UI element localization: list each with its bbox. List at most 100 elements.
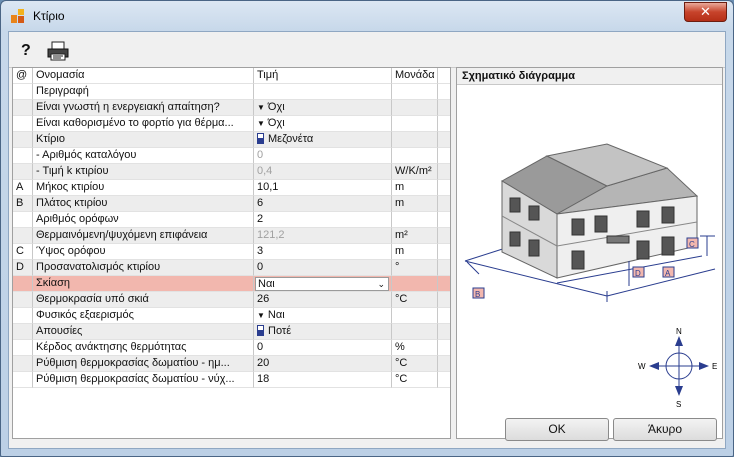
table-row[interactable]: A Μήκος κτιρίου 10,1 m <box>13 180 450 196</box>
row-name: Σκίαση <box>33 276 254 292</box>
row-name: Κέρδος ανάκτησης θερμότητας <box>33 340 254 356</box>
table-row[interactable]: Θερμοκρασία υπό σκιά 26 °C <box>13 292 450 308</box>
table-row[interactable]: Είναι γνωστή η ενεργειακή απαίτηση? ▼ Όχι <box>13 100 450 116</box>
table-row[interactable]: Θερμαινόμενη/ψυχόμενη επιφάνεια 121,2 m² <box>13 228 450 244</box>
row-spacer <box>438 228 450 244</box>
close-button[interactable]: ✕ <box>684 2 727 22</box>
row-unit: m <box>392 244 438 260</box>
print-icon[interactable] <box>47 41 69 61</box>
row-name: Προσανατολισμός κτιρίου <box>33 260 254 276</box>
building-diagram: C D A B N S W E <box>464 143 717 409</box>
row-value[interactable]: 121,2 <box>254 228 392 244</box>
label-d: D <box>632 266 645 278</box>
table-row[interactable]: Ρύθμιση θερμοκρασίας δωματίου - νύχ... 18… <box>13 372 450 388</box>
table-row[interactable]: D Προσανατολισμός κτιρίου 0 ° <box>13 260 450 276</box>
row-spacer <box>438 308 450 324</box>
row-value-text: 10,1 <box>257 181 279 193</box>
row-mark <box>13 324 33 340</box>
row-value[interactable]: 2 <box>254 212 392 228</box>
svg-text:E: E <box>712 362 717 371</box>
table-row[interactable]: Αριθμός ορόφων 2 <box>13 212 450 228</box>
table-row[interactable]: Απουσίες Ποτέ <box>13 324 450 340</box>
dropdown-arrow-icon[interactable]: ▼ <box>257 311 265 320</box>
header-mark[interactable]: @ <box>13 68 33 84</box>
help-button[interactable]: ? <box>21 41 43 61</box>
row-unit: m <box>392 196 438 212</box>
header-name[interactable]: Ονομασία <box>33 68 254 84</box>
table-row[interactable]: Φυσικός εξαερισμός ▼ Ναι <box>13 308 450 324</box>
row-value-text: 2 <box>257 213 264 225</box>
table-row[interactable]: Σκίαση Ναι ⌄ <box>13 276 450 292</box>
row-name: Αριθμός ορόφων <box>33 212 254 228</box>
row-value[interactable]: ▼ Όχι <box>254 116 392 132</box>
table-row[interactable]: - Τιμή k κτιρίου 0,4 W/K/m² <box>13 164 450 180</box>
row-value[interactable]: 0 <box>254 340 392 356</box>
ok-button[interactable]: OK <box>505 418 609 441</box>
table-row[interactable]: C Ύψος ορόφου 3 m <box>13 244 450 260</box>
row-spacer <box>438 180 450 196</box>
table-row[interactable]: Είναι καθορισμένο το φορτίο για θέρμα...… <box>13 116 450 132</box>
row-value[interactable]: 10,1 <box>254 180 392 196</box>
row-mark <box>13 276 33 292</box>
row-value-text: 20 <box>257 357 270 369</box>
row-mark <box>13 308 33 324</box>
row-mark <box>13 164 33 180</box>
row-unit: °C <box>392 356 438 372</box>
table-row[interactable]: B Πλάτος κτιρίου 6 m <box>13 196 450 212</box>
dropdown-arrow-icon[interactable]: ▼ <box>257 119 265 128</box>
cancel-button[interactable]: Άκυρο <box>613 418 717 441</box>
row-spacer <box>438 84 450 100</box>
row-value[interactable]: Ναι ⌄ <box>254 276 392 292</box>
row-name: Περιγραφή <box>33 84 254 100</box>
row-value[interactable]: ▼ Όχι <box>254 100 392 116</box>
row-mark <box>13 212 33 228</box>
row-value[interactable]: 3 <box>254 244 392 260</box>
table-row[interactable]: - Αριθμός καταλόγου 0 <box>13 148 450 164</box>
row-unit: W/K/m² <box>392 164 438 180</box>
svg-text:B: B <box>475 290 480 299</box>
row-value[interactable] <box>254 84 392 100</box>
row-unit: °C <box>392 372 438 388</box>
row-value[interactable]: 20 <box>254 356 392 372</box>
row-value[interactable]: 18 <box>254 372 392 388</box>
row-mark <box>13 228 33 244</box>
row-mark <box>13 100 33 116</box>
row-name: Θερμαινόμενη/ψυχόμενη επιφάνεια <box>33 228 254 244</box>
row-spacer <box>438 260 450 276</box>
row-value[interactable]: 6 <box>254 196 392 212</box>
row-value[interactable]: 26 <box>254 292 392 308</box>
svg-text:S: S <box>676 400 681 409</box>
table-row[interactable]: Κέρδος ανάκτησης θερμότητας 0% <box>13 340 450 356</box>
row-value[interactable]: 0 <box>254 260 392 276</box>
row-value[interactable]: Ποτέ <box>254 324 392 340</box>
shading-select[interactable]: Ναι ⌄ <box>255 277 389 291</box>
label-b: B <box>472 287 485 299</box>
dialog-window: Κτίριο ✕ ? @ Ονομασία Τιμή Μονάδα Περιγρ… <box>0 0 734 457</box>
picker-icon[interactable] <box>257 325 264 336</box>
label-c: C <box>686 237 699 249</box>
row-mark <box>13 116 33 132</box>
row-value[interactable]: Μεζονέτα <box>254 132 392 148</box>
row-value[interactable]: ▼ Ναι <box>254 308 392 324</box>
table-row[interactable]: Κτίριο Μεζονέτα <box>13 132 450 148</box>
table-row[interactable]: Ρύθμιση θερμοκρασίας δωματίου - ημ... 20 °… <box>13 356 450 372</box>
row-spacer <box>438 244 450 260</box>
row-name: - Τιμή k κτιρίου <box>33 164 254 180</box>
header-value[interactable]: Τιμή <box>254 68 392 84</box>
header-unit[interactable]: Μονάδα <box>392 68 438 84</box>
row-value[interactable]: 0 <box>254 148 392 164</box>
compass-icon: N S W E <box>638 327 717 409</box>
chevron-down-icon[interactable]: ⌄ <box>377 278 385 290</box>
dropdown-arrow-icon[interactable]: ▼ <box>257 103 265 112</box>
row-unit: % <box>392 340 438 356</box>
title-bar[interactable]: Κτίριο ✕ <box>1 1 733 31</box>
row-value-text: 0 <box>257 149 264 161</box>
row-spacer <box>438 292 450 308</box>
picker-icon[interactable] <box>257 133 264 144</box>
row-value[interactable]: 0,4 <box>254 164 392 180</box>
table-row[interactable]: Περιγραφή <box>13 84 450 100</box>
grid-header: @ Ονομασία Τιμή Μονάδα <box>13 68 450 84</box>
row-spacer <box>438 340 450 356</box>
row-mark <box>13 292 33 308</box>
row-name: Ρύθμιση θερμοκρασίας δωματίου - νύχ... <box>33 372 254 388</box>
